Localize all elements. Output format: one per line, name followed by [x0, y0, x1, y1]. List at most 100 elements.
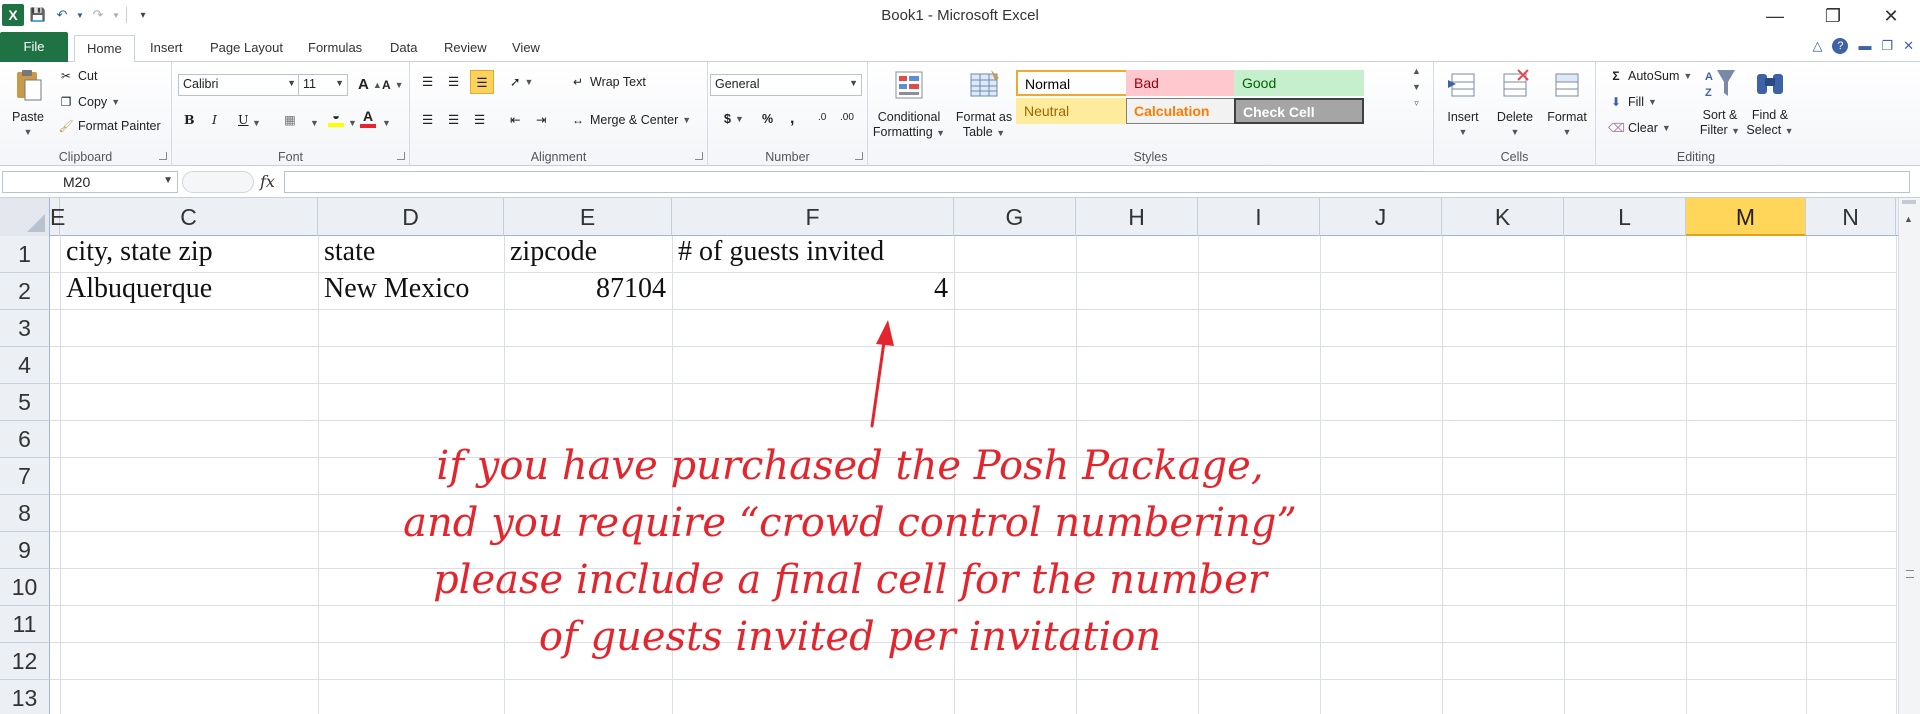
row-header-11[interactable]: 11 — [0, 606, 50, 643]
tab-formulas[interactable]: Formulas — [296, 35, 374, 62]
clear-dropdown-icon[interactable]: ▼ — [1662, 123, 1671, 133]
currency-button[interactable]: $ ▼ — [724, 112, 744, 126]
align-bottom-icon[interactable]: ☰ — [470, 70, 494, 94]
minimize-ribbon-icon[interactable]: △ — [1812, 38, 1822, 54]
merge-center-button[interactable]: ↔ Merge & Center ▼ — [570, 112, 691, 128]
borders-icon[interactable]: ▦ — [284, 112, 296, 127]
workbook-minimize-icon[interactable]: ▬ — [1858, 38, 1871, 54]
row-header-8[interactable]: 8 — [0, 495, 50, 532]
tab-home[interactable]: Home — [74, 35, 135, 63]
column-header-m[interactable]: M — [1686, 198, 1806, 236]
clipboard-launcher-icon[interactable] — [159, 152, 167, 160]
insert-cells-button[interactable]: Insert ▼ — [1438, 68, 1488, 140]
paste-button[interactable]: Paste ▼ — [6, 68, 50, 140]
close-icon[interactable]: ✕ — [1862, 0, 1920, 32]
decrease-decimal-icon[interactable]: .00 — [840, 112, 854, 123]
cell-c1[interactable]: city, state zip — [60, 236, 318, 273]
wrap-text-button[interactable]: ↵ Wrap Text — [570, 74, 646, 90]
fill-dropdown-icon[interactable]: ▼ — [348, 118, 357, 128]
autosum-dropdown-icon[interactable]: ▼ — [1683, 71, 1692, 81]
grow-font-button[interactable]: A ▲ — [358, 76, 382, 93]
cell-style-check-cell[interactable]: Check Cell — [1234, 98, 1364, 124]
format-painter-button[interactable]: 🖌 Format Painter — [58, 118, 160, 134]
format-cells-button[interactable]: Format ▼ — [1542, 68, 1592, 140]
column-header-f[interactable]: F — [672, 198, 954, 236]
tab-insert[interactable]: Insert — [138, 35, 195, 62]
tab-data[interactable]: Data — [378, 35, 429, 62]
italic-button[interactable]: I — [212, 112, 217, 127]
styles-scroll-up-icon[interactable]: ▲ — [1412, 66, 1421, 76]
format-as-table-button[interactable]: Format as Table ▼ — [952, 68, 1016, 141]
comma-button[interactable]: , — [790, 110, 794, 128]
column-header-e[interactable]: E — [504, 198, 672, 236]
insert-function-icon[interactable]: fx — [260, 172, 275, 191]
align-middle-icon[interactable]: ☰ — [448, 74, 459, 89]
tab-page-layout[interactable]: Page Layout — [198, 35, 295, 62]
name-box[interactable]: M20 ▼ — [2, 171, 178, 193]
conditional-formatting-button[interactable]: Conditional Formatting ▼ — [872, 68, 946, 141]
row-header-6[interactable]: 6 — [0, 421, 50, 458]
underline-dropdown-icon[interactable]: ▼ — [252, 118, 261, 128]
formula-input[interactable] — [284, 171, 1910, 193]
find-select-button[interactable]: Find & Select ▼ — [1746, 66, 1794, 139]
row-header-1[interactable]: 1 — [0, 236, 50, 273]
minimize-icon[interactable]: — — [1746, 0, 1804, 32]
font-name-select[interactable]: Calibri ▼ — [178, 74, 300, 96]
column-header-g[interactable]: G — [954, 198, 1076, 236]
row-header-9[interactable]: 9 — [0, 532, 50, 569]
align-left-icon[interactable]: ☰ — [422, 112, 433, 127]
number-format-select[interactable]: General ▼ — [710, 74, 862, 96]
scroll-up-icon[interactable]: ▲ — [1904, 214, 1913, 224]
number-launcher-icon[interactable] — [855, 152, 863, 160]
font-launcher-icon[interactable] — [397, 152, 405, 160]
column-header-e[interactable]: E — [50, 198, 65, 236]
column-header-j[interactable]: J — [1320, 198, 1442, 236]
decrease-indent-icon[interactable]: ⇤ — [510, 112, 520, 127]
shrink-font-button[interactable]: A ▼ — [382, 78, 404, 92]
clear-button[interactable]: ⌫ Clear ▼ — [1608, 120, 1671, 136]
cell-e2[interactable]: 87104 — [504, 273, 672, 310]
copy-button[interactable]: ❐ Copy ▼ — [58, 94, 121, 110]
delete-cells-button[interactable]: Delete ▼ — [1490, 68, 1540, 140]
cell-d2[interactable]: New Mexico — [318, 273, 504, 310]
column-header-c[interactable]: C — [60, 198, 318, 236]
increase-indent-icon[interactable]: ⇥ — [536, 112, 546, 127]
row-header-12[interactable]: 12 — [0, 643, 50, 680]
increase-decimal-icon[interactable]: .0 — [818, 112, 826, 123]
borders-dropdown-icon[interactable]: ▼ — [310, 118, 319, 128]
column-header-k[interactable]: K — [1442, 198, 1564, 236]
paste-dropdown-icon[interactable]: ▼ — [6, 125, 50, 140]
restore-icon[interactable]: ❐ — [1804, 0, 1862, 32]
scroll-thumb-grip[interactable] — [1906, 570, 1914, 578]
autosum-button[interactable]: Σ AutoSum ▼ — [1608, 68, 1692, 84]
cell-c2[interactable]: Albuquerque — [60, 273, 318, 310]
column-header-d[interactable]: D — [318, 198, 504, 236]
sort-filter-button[interactable]: A Z Sort & Filter ▼ — [1696, 66, 1744, 139]
cell-style-good[interactable]: Good — [1234, 70, 1364, 96]
chevron-down-icon[interactable]: ▼ — [163, 175, 173, 186]
alignment-launcher-icon[interactable] — [695, 152, 703, 160]
percent-button[interactable]: % — [762, 112, 773, 126]
column-header-h[interactable]: H — [1076, 198, 1198, 236]
cell-f2[interactable]: 4 — [672, 273, 954, 310]
row-header-4[interactable]: 4 — [0, 347, 50, 384]
row-header-5[interactable]: 5 — [0, 384, 50, 421]
font-size-select[interactable]: 11 ▼ — [298, 74, 348, 96]
cell-e1[interactable]: zipcode — [504, 236, 672, 273]
workbook-close-icon[interactable]: ✕ — [1903, 38, 1914, 54]
cell-f1[interactable]: # of guests invited — [672, 236, 954, 273]
select-all-corner[interactable] — [0, 198, 50, 236]
column-header-n[interactable]: N — [1806, 198, 1896, 236]
fill-button[interactable]: ⬇ Fill ▼ — [1608, 94, 1657, 110]
font-color-button[interactable]: A — [360, 108, 376, 128]
tab-review[interactable]: Review — [432, 35, 499, 62]
row-header-3[interactable]: 3 — [0, 310, 50, 347]
help-icon[interactable]: ? — [1832, 38, 1849, 54]
column-header-l[interactable]: L — [1564, 198, 1686, 236]
cut-button[interactable]: ✂ Cut — [58, 68, 97, 84]
vertical-scrollbar[interactable]: ▲ — [1898, 198, 1920, 714]
row-header-10[interactable]: 10 — [0, 569, 50, 606]
tab-view[interactable]: View — [500, 35, 552, 62]
cell-d1[interactable]: state — [318, 236, 504, 273]
row-header-7[interactable]: 7 — [0, 458, 50, 495]
